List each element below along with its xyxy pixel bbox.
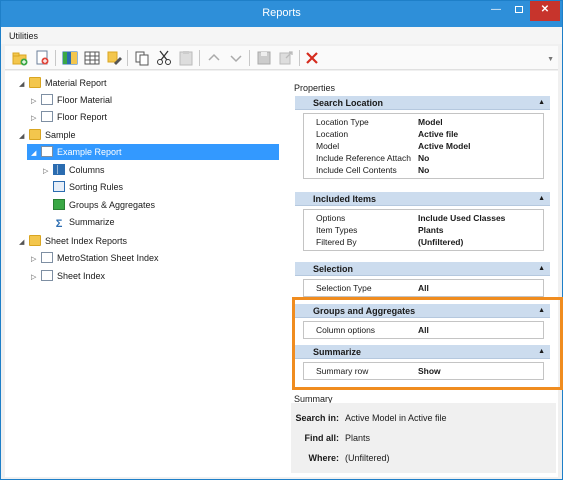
window-title: Reports [262,7,301,19]
columns-icon[interactable] [61,49,79,67]
group-icon [53,199,65,210]
tree-item-sorting-rules[interactable]: Sorting Rules [53,179,123,195]
folder-icon [29,77,41,88]
report-icon [41,146,53,157]
minimize-button[interactable]: — [484,1,508,21]
expand-arrow-icon[interactable]: ▷ [31,94,41,110]
paste-icon[interactable] [177,49,195,67]
close-button[interactable]: ✕ [530,1,560,21]
expand-arrow-icon[interactable]: ◢ [19,77,29,93]
tree-item-sheet-index-reports[interactable]: ◢ Sheet Index Reports [19,233,127,249]
toolbar-separator [299,50,300,66]
tree-item-metrostation-sheet-index[interactable]: ▷ MetroStation Sheet Index [31,250,159,266]
group-search-location: Search Location ▲ Location Type Model Loca… [295,96,550,182]
main-content: ◢ Material Report ▷ Floor Material ▷ Floor … [5,71,563,477]
collapse-caret-icon[interactable]: ▲ [538,192,545,206]
table-icon[interactable] [83,49,101,67]
group-header[interactable]: Included Items ▲ [295,192,550,206]
summary-panel: Search in: Active Model in Active file Fi… [291,403,556,473]
expand-arrow-icon[interactable]: ◢ [31,146,41,162]
move-up-icon[interactable] [205,49,223,67]
report-icon [41,94,53,105]
minimize-icon: — [491,4,501,15]
sort-icon [53,181,65,192]
property-row[interactable]: Item Types Plants [304,224,543,236]
tree-item-groups-aggregates[interactable]: Groups & Aggregates [53,197,155,213]
maximize-icon [515,6,523,13]
property-row[interactable]: Model Active Model [304,140,543,152]
expand-arrow-icon[interactable]: ◢ [19,129,29,145]
close-icon: ✕ [540,4,550,15]
folder-icon [29,235,41,246]
copy-icon[interactable] [133,49,151,67]
collapse-caret-icon[interactable]: ▲ [538,96,545,110]
tree-item-sample[interactable]: ◢ Sample [19,127,76,143]
group-header[interactable]: Selection ▲ [295,262,550,276]
new-folder-icon[interactable] [11,49,29,67]
menu-utilities[interactable]: Utilities [9,31,38,41]
move-down-icon[interactable] [227,49,245,67]
toolbar: ▼ [5,46,558,70]
property-row[interactable]: Location Type Model [304,116,543,128]
reports-window: Reports — ✕ Utilities ▼ ◢ Material Report… [0,0,563,480]
tree-item-columns[interactable]: ▷ Columns [43,162,105,178]
tree-item-summarize[interactable]: Σ Summarize [53,214,115,230]
tree-item-material-report[interactable]: ◢ Material Report [19,75,107,91]
collapse-caret-icon[interactable]: ▲ [538,262,545,276]
toolbar-separator [127,50,128,66]
edit-icon[interactable] [105,49,123,67]
export-icon[interactable] [277,49,295,67]
properties-label: Properties [294,83,336,93]
expand-arrow-icon[interactable]: ▷ [43,164,53,180]
maximize-button[interactable] [508,1,530,21]
property-row[interactable]: Location Active file [304,128,543,140]
report-icon [41,270,53,281]
expand-arrow-icon[interactable]: ▷ [31,252,41,268]
save-icon[interactable] [255,49,273,67]
sigma-icon: Σ [55,218,63,230]
group-included-items: Included Items ▲ Options Include Used Clas… [295,192,550,254]
report-icon [41,252,53,263]
expand-arrow-icon[interactable]: ▷ [31,270,41,286]
tree-item-sheet-index[interactable]: ▷ Sheet Index [31,268,105,284]
title-bar[interactable]: Reports — ✕ [1,1,562,27]
expand-arrow-icon[interactable]: ◢ [19,235,29,251]
group-header[interactable]: Search Location ▲ [295,96,550,110]
folder-icon [29,129,41,140]
tree-item-example-report[interactable]: ◢ Example Report [27,144,279,160]
toolbar-separator [199,50,200,66]
menu-bar: Utilities [1,27,562,44]
group-body: Location Type Model Location Active file M… [303,113,544,179]
tree-item-floor-material[interactable]: ▷ Floor Material [31,92,112,108]
property-row[interactable]: Options Include Used Classes [304,212,543,224]
cut-icon[interactable] [155,49,173,67]
expand-arrow-icon[interactable]: ▷ [31,111,41,127]
property-row[interactable]: Include Cell Contents No [304,164,543,176]
toolbar-separator [249,50,250,66]
toolbar-separator [55,50,56,66]
delete-icon[interactable] [303,49,321,67]
property-row[interactable]: Filtered By (Unfiltered) [304,236,543,248]
tree-item-floor-report[interactable]: ▷ Floor Report [31,109,107,125]
toolbar-overflow-icon[interactable]: ▼ [547,56,554,63]
highlight-box [292,297,563,390]
property-row[interactable]: Selection Type All [304,282,543,294]
group-body: Selection Type All [303,279,544,297]
property-row[interactable]: Include Reference Attach No [304,152,543,164]
new-report-icon[interactable] [33,49,51,67]
group-body: Options Include Used Classes Item Types Pl… [303,209,544,251]
columns-icon [53,164,65,175]
group-selection: Selection ▲ Selection Type All [295,262,550,300]
report-icon [41,111,53,122]
